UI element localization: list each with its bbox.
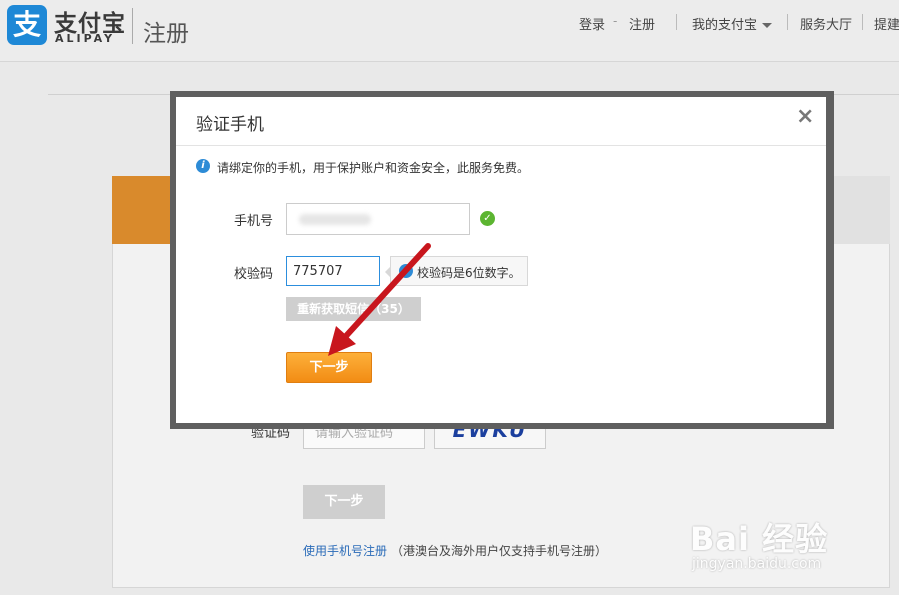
verification-code-input[interactable] (286, 256, 380, 286)
register-card-active-tab[interactable] (112, 176, 178, 244)
info-icon: i (399, 264, 413, 278)
watermark-url: jingyan.baidu.com (692, 556, 822, 572)
dialog-title-divider (176, 145, 826, 146)
register-with-phone-note: （港澳台及海外用户仅支持手机号注册） (391, 544, 608, 558)
verify-phone-dialog: 验证手机 × i 请绑定你的手机，用于保护账户和资金安全，此服务免费。 手机号 … (176, 97, 826, 423)
nav-my-alipay-menu[interactable]: 我的支付宝 (692, 14, 773, 33)
logo-text-en: ALIPAY (55, 32, 116, 45)
next-step-button[interactable]: 下一步 (286, 352, 372, 383)
phone-input[interactable] (286, 203, 470, 235)
page-title: 注册 (143, 21, 189, 47)
tooltip-pointer (385, 266, 391, 278)
phone-number-redacted (299, 214, 371, 225)
nav-separator: - (613, 14, 618, 28)
nav-register-link[interactable]: 注册 (629, 14, 655, 33)
info-icon: i (196, 159, 210, 173)
nav-divider (676, 14, 677, 30)
baidu-jingyan-watermark: Bai 经验 (690, 520, 829, 558)
dialog-info-text: 请绑定你的手机，用于保护账户和资金安全，此服务免费。 (217, 161, 530, 175)
code-hint-text: 校验码是6位数字。 (417, 266, 521, 280)
resend-sms-button[interactable]: 重新获取短信（35） (286, 297, 421, 321)
nav-login-link[interactable]: 登录 (579, 14, 605, 33)
alipay-logo-icon[interactable]: 支 (7, 5, 47, 45)
bg-next-button[interactable]: 下一步 (303, 485, 385, 519)
nav-my-alipay-label: 我的支付宝 (692, 18, 758, 33)
dialog-title: 验证手机 (196, 115, 264, 135)
nav-divider (787, 14, 788, 30)
nav-service-hall-link[interactable]: 服务大厅 (800, 14, 852, 33)
check-circle-icon: ✓ (480, 211, 495, 226)
nav-divider (862, 14, 863, 30)
phone-label: 手机号 (234, 214, 274, 229)
logo-divider (132, 8, 133, 44)
close-icon[interactable]: × (796, 104, 814, 129)
register-with-phone-link[interactable]: 使用手机号注册 (303, 542, 387, 559)
code-label: 校验码 (234, 267, 274, 282)
caret-down-icon (762, 23, 773, 28)
code-hint-tooltip: i 校验码是6位数字。 (385, 256, 528, 286)
nav-suggestion-link[interactable]: 提建 (874, 14, 899, 33)
